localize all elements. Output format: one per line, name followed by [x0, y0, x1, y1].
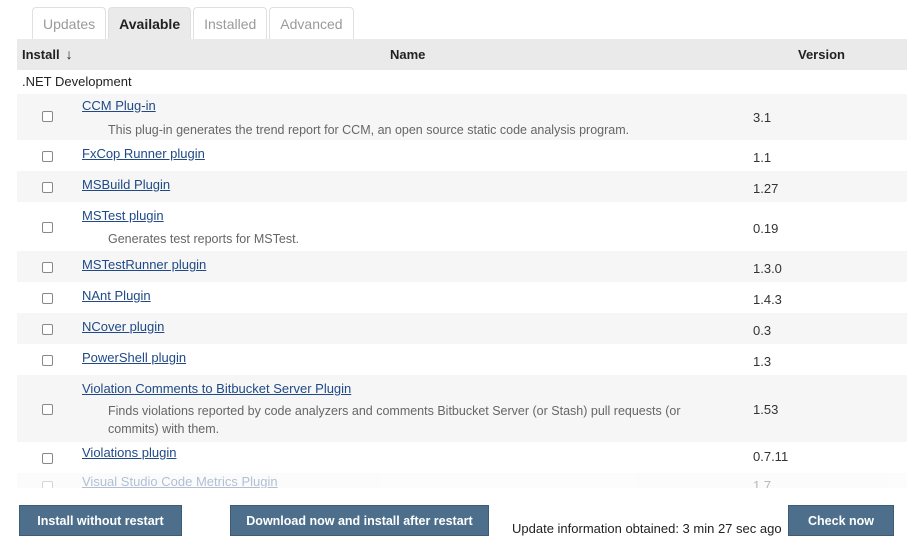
install-checkbox[interactable]	[42, 355, 53, 366]
plugin-version: 1.3.0	[753, 261, 782, 276]
plugin-name-link[interactable]: NAnt Plugin	[82, 288, 151, 303]
plugin-description: Generates test reports for MSTest.	[108, 232, 300, 246]
category-label: .NET Development	[22, 74, 132, 89]
tab-installed[interactable]: Installed	[193, 7, 268, 40]
install-checkbox[interactable]	[42, 182, 53, 193]
install-column-label: Install	[22, 47, 60, 62]
install-without-restart-button[interactable]: Install without restart	[19, 505, 182, 536]
plugin-version: 0.19	[753, 221, 779, 236]
action-bar: Install without restart Download now and…	[0, 488, 919, 549]
table-row: MSTestRunner plugin 1.3.0	[17, 251, 907, 282]
update-info-text: Update information obtained: 3 min 27 se…	[512, 521, 782, 536]
table-row: NAnt Plugin 1.4.3	[17, 282, 907, 313]
plugin-name-link[interactable]: Visual Studio Code Metrics Plugin	[82, 474, 278, 488]
plugin-name-link[interactable]: MSBuild Plugin	[82, 177, 170, 192]
plugin-version: 1.4.3	[753, 292, 782, 307]
plugin-name-link[interactable]: PowerShell plugin	[82, 350, 186, 365]
install-checkbox[interactable]	[42, 151, 53, 162]
table-row: FxCop Runner plugin 1.1	[17, 140, 907, 171]
plugin-name-link[interactable]: Violations plugin	[82, 445, 176, 460]
table-row: Violations plugin 0.7.11	[17, 442, 907, 473]
install-checkbox[interactable]	[42, 404, 53, 415]
plugin-version: 0.7.11	[753, 449, 789, 464]
table-header: Install ↓ Name Version	[17, 39, 907, 70]
install-checkbox[interactable]	[42, 111, 53, 122]
plugin-version: 1.27	[753, 181, 779, 196]
plugin-description: Finds violations reported by code analyz…	[108, 404, 681, 436]
plugin-version: 1.7	[753, 478, 772, 488]
sort-down-icon: ↓	[65, 46, 73, 62]
plugin-version: 0.3	[753, 323, 772, 338]
tab-updates[interactable]: Updates	[32, 7, 107, 40]
name-column-header[interactable]: Name	[390, 39, 425, 70]
tab-advanced[interactable]: Advanced	[269, 7, 354, 40]
install-checkbox[interactable]	[42, 324, 53, 335]
plugin-name-link[interactable]: NCover plugin	[82, 319, 164, 334]
install-checkbox[interactable]	[42, 222, 53, 233]
plugin-version: 1.1	[753, 150, 772, 165]
install-checkbox[interactable]	[42, 262, 53, 273]
table-row: NCover plugin 0.3	[17, 313, 907, 344]
table-row: Visual Studio Code Metrics Plugin 1.7	[17, 473, 907, 488]
install-checkbox[interactable]	[42, 453, 53, 464]
table-row: MSBuild Plugin 1.27	[17, 171, 907, 202]
install-checkbox[interactable]	[42, 293, 53, 304]
plugins-table: Install ↓ Name Version .NET Development C…	[17, 39, 907, 488]
table-row: MSTest plugin Generates test reports for…	[17, 202, 907, 251]
download-install-after-restart-button[interactable]: Download now and install after restart	[230, 505, 489, 536]
tab-bar: Updates Available Installed Advanced	[32, 7, 354, 40]
plugin-name-link[interactable]: FxCop Runner plugin	[82, 146, 205, 161]
plugin-name-link[interactable]: MSTest plugin	[82, 208, 164, 223]
plugin-name-link[interactable]: Violation Comments to Bitbucket Server P…	[82, 381, 351, 396]
plugin-version: 3.1	[753, 110, 772, 125]
plugin-name-link[interactable]: CCM Plug-in	[82, 98, 156, 113]
install-column-header[interactable]: Install ↓	[22, 39, 73, 70]
plugin-name-link[interactable]: MSTestRunner plugin	[82, 257, 206, 272]
install-checkbox[interactable]	[42, 481, 53, 488]
plugin-version: 1.53	[753, 402, 779, 417]
version-column-header[interactable]: Version	[798, 39, 845, 70]
table-row: CCM Plug-in This plug-in generates the t…	[17, 94, 907, 140]
table-row: Violation Comments to Bitbucket Server P…	[17, 375, 907, 442]
plugin-description: This plug-in generates the trend report …	[108, 123, 630, 137]
table-row: PowerShell plugin 1.3	[17, 344, 907, 375]
check-now-button[interactable]: Check now	[788, 505, 894, 536]
plugin-version: 1.3	[753, 354, 772, 369]
tab-available[interactable]: Available	[108, 7, 192, 40]
